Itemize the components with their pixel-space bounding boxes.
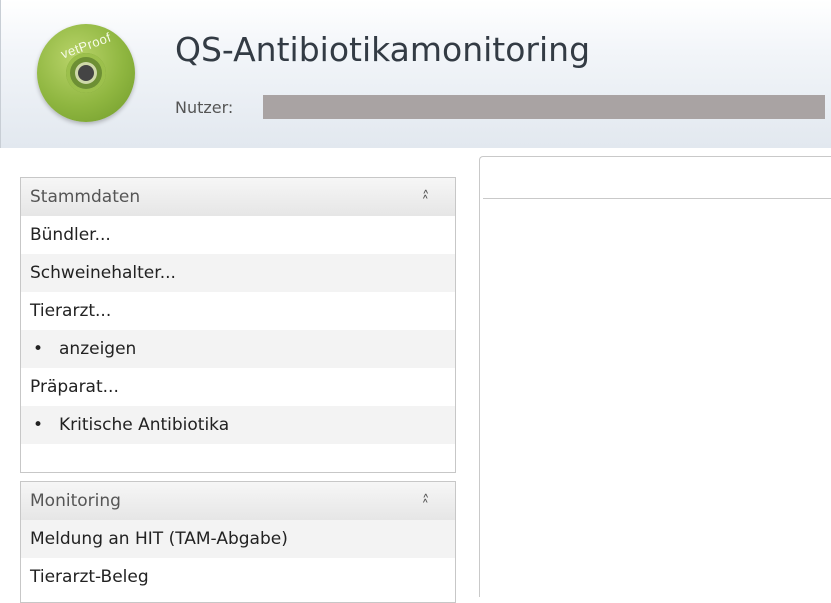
sidebar-item-label: Meldung an HIT (TAM-Abgabe) [30,529,288,549]
sidebar-item-schweinehalter[interactable]: Schweinehalter... [21,254,455,292]
sidebar-item-buendler[interactable]: Bündler... [21,216,455,254]
sidebar-subitem-kritische-antibiotika[interactable]: • Kritische Antibiotika [21,406,455,444]
stammdaten-panel: Stammdaten ˄˄ Bündler... Schweinehalter.… [20,177,456,473]
sidebar-item-praeparat[interactable]: Präparat... [21,368,455,406]
user-name-redacted [263,95,825,119]
sidebar-item-meldung-hit[interactable]: Meldung an HIT (TAM-Abgabe) [21,520,455,558]
app-header: vetProof QS-Antibiotikamonitoring Nutzer… [0,0,831,148]
double-chevron-up-icon[interactable]: ˄˄ [422,178,437,216]
double-chevron-up-icon[interactable]: ˄˄ [422,482,437,520]
sidebar-item-label: Kritische Antibiotika [59,415,230,435]
sidebar-item-label: Schweinehalter... [30,263,176,283]
app-title: QS-Antibiotikamonitoring [175,30,591,69]
monitoring-panel-header[interactable]: Monitoring ˄˄ [21,482,455,520]
user-label: Nutzer: [175,98,234,117]
sidebar-item-label: Tierarzt-Beleg [30,567,149,587]
logo-center [78,65,94,81]
vetproof-logo: vetProof [37,24,135,122]
monitoring-panel: Monitoring ˄˄ Meldung an HIT (TAM-Abgabe… [20,481,456,603]
sidebar-item-label: Bündler... [30,225,111,245]
stammdaten-title: Stammdaten [30,187,141,207]
sidebar-subitem-anzeigen[interactable]: • anzeigen [21,330,455,368]
stammdaten-panel-header[interactable]: Stammdaten ˄˄ [21,178,455,216]
sidebar-item-label: Präparat... [30,377,119,397]
content-divider [483,198,831,199]
sidebar-item-label: Tierarzt... [30,301,112,321]
bullet: • [33,415,44,435]
monitoring-title: Monitoring [30,491,121,511]
bullet: • [33,339,44,359]
sidebar-item-tierarzt[interactable]: Tierarzt... [21,292,455,330]
sidebar-item-tierarzt-beleg[interactable]: Tierarzt-Beleg [21,558,455,596]
main-content-panel [479,156,831,597]
sidebar-item-label: anzeigen [59,339,137,359]
